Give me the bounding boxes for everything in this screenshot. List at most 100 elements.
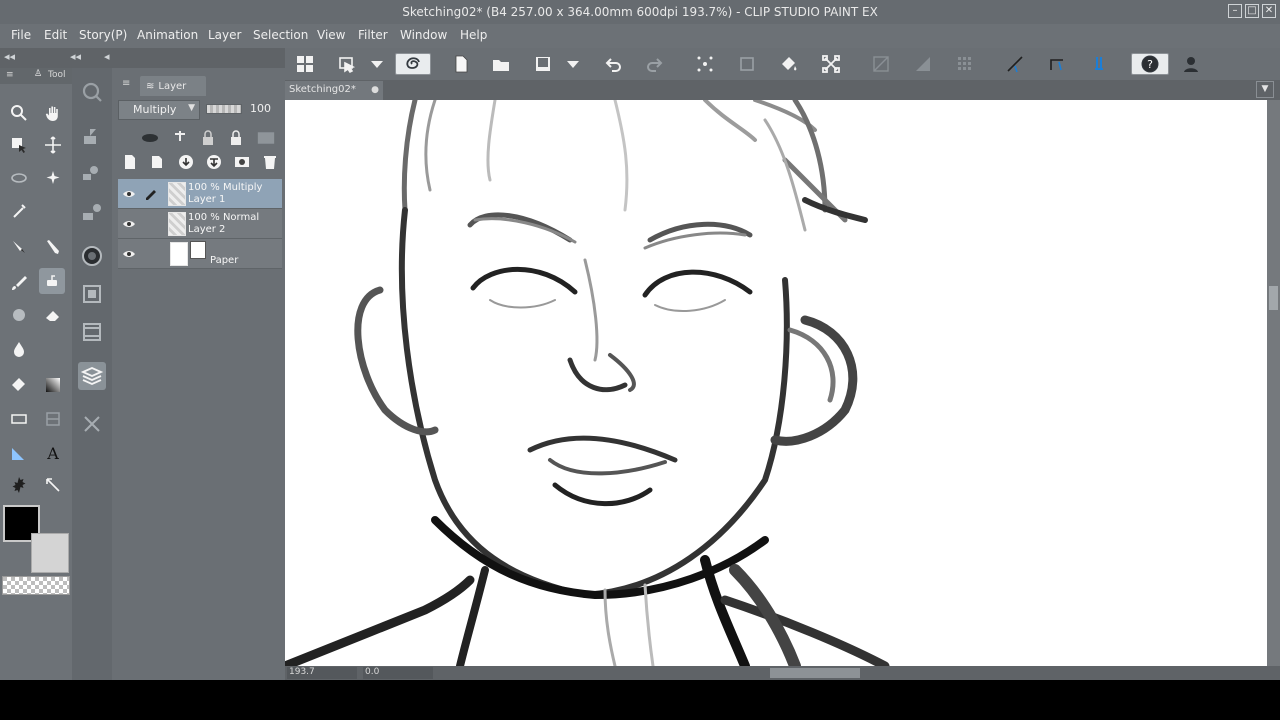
eye-icon[interactable] <box>122 217 136 231</box>
clip-studio-icon[interactable] <box>395 53 431 75</box>
merge-down-icon[interactable] <box>204 152 224 172</box>
opacity-slider[interactable] <box>206 104 242 114</box>
eye-icon[interactable] <box>122 247 136 261</box>
fill-icon[interactable] <box>777 53 801 75</box>
clear-outside-icon[interactable] <box>869 53 893 75</box>
eye-icon[interactable] <box>122 187 136 201</box>
drawing-canvas[interactable] <box>285 100 1267 666</box>
tone-icon[interactable] <box>953 53 977 75</box>
gradient-tool-icon[interactable] <box>40 372 66 398</box>
layer-tab[interactable]: ≋ Layer <box>140 76 206 96</box>
close-icon[interactable]: ● <box>371 85 379 95</box>
menu-animation[interactable]: Animation <box>137 28 198 42</box>
grid-icon[interactable] <box>293 53 317 75</box>
trash-icon[interactable] <box>260 152 280 172</box>
layer-row[interactable]: Paper <box>118 239 282 269</box>
transform-box-icon[interactable] <box>735 53 759 75</box>
minimize-button[interactable]: – <box>1228 4 1242 18</box>
open-folder-icon[interactable] <box>489 53 513 75</box>
sub-tool-icon[interactable] <box>78 122 106 150</box>
frame-tool-icon[interactable] <box>40 406 66 432</box>
menu-selection[interactable]: Selection <box>253 28 308 42</box>
brush-tool-icon[interactable] <box>6 270 32 296</box>
brush-size-icon[interactable] <box>78 198 106 226</box>
layer-panel-icon[interactable] <box>78 362 106 390</box>
collapse-icon[interactable]: ◂ <box>104 50 110 63</box>
transfer-down-icon[interactable] <box>176 152 196 172</box>
document-tab[interactable]: Sketching02* ● <box>285 81 383 100</box>
menu-view[interactable]: View <box>317 28 345 42</box>
tab-list-button[interactable]: ▼ <box>1256 81 1274 98</box>
vertical-scrollbar[interactable] <box>1267 100 1280 666</box>
vertical-scroll-thumb[interactable] <box>1269 286 1278 310</box>
menu-file[interactable]: File <box>11 28 31 42</box>
dropdown-arrow-icon[interactable] <box>561 53 585 75</box>
operation-tool-icon[interactable] <box>6 132 32 158</box>
text-tool-icon[interactable]: A <box>40 440 66 466</box>
user-icon[interactable] <box>1179 53 1203 75</box>
rotation-angle-field[interactable]: 0.0 <box>363 667 433 679</box>
snap-ruler-icon[interactable] <box>1003 53 1027 75</box>
menu-story[interactable]: Story(P) <box>79 28 127 42</box>
save-icon[interactable] <box>531 53 555 75</box>
material-icon[interactable] <box>78 318 106 346</box>
menu-edit[interactable]: Edit <box>44 28 67 42</box>
pencil-tool-icon[interactable] <box>40 234 66 260</box>
sub-color-swatch[interactable] <box>31 533 69 573</box>
correct-line-tool-icon[interactable] <box>40 472 66 498</box>
menu-window[interactable]: Window <box>400 28 447 42</box>
color-wheel-icon[interactable] <box>78 242 106 270</box>
zoom-tool-icon[interactable] <box>6 100 32 126</box>
snap-special-ruler-icon[interactable] <box>1045 53 1069 75</box>
blend-tool-icon[interactable] <box>6 302 32 328</box>
menu-help[interactable]: Help <box>460 28 487 42</box>
menu-icon[interactable]: ≡ <box>122 78 130 89</box>
layer-row[interactable]: 100 % Multiply Layer 1 <box>118 179 282 209</box>
help-icon[interactable]: ? <box>1131 53 1169 75</box>
figure-tool-icon[interactable] <box>6 406 32 432</box>
eraser-tool-icon[interactable] <box>40 302 66 328</box>
zoom-field[interactable]: 193.7 <box>287 667 357 679</box>
new-raster-layer-icon[interactable] <box>120 152 140 172</box>
menu-filter[interactable]: Filter <box>358 28 388 42</box>
pen-icon[interactable] <box>144 186 158 200</box>
fill-tool-icon[interactable] <box>6 372 32 398</box>
menu-layer[interactable]: Layer <box>208 28 241 42</box>
blend-mode-select[interactable]: Multiply ▼ <box>118 100 200 120</box>
tool-property-icon[interactable] <box>78 158 106 186</box>
clip-layer-icon[interactable] <box>140 128 160 148</box>
layer-property-icon[interactable] <box>78 410 106 438</box>
collapse-icon[interactable]: ◂◂ <box>70 50 81 63</box>
ruler-tool-icon[interactable] <box>6 440 32 466</box>
opacity-value[interactable]: 100 <box>250 102 271 115</box>
lock-icon[interactable] <box>198 128 218 148</box>
navigator-icon[interactable] <box>78 78 106 106</box>
mask-icon[interactable] <box>254 128 278 148</box>
reference-layer-icon[interactable] <box>170 128 190 148</box>
clear-icon[interactable] <box>911 53 935 75</box>
undo-icon[interactable] <box>601 53 625 75</box>
collapse-left-icon[interactable]: ◂◂ <box>4 50 15 63</box>
hand-tool-icon[interactable] <box>40 100 66 126</box>
new-layer-folder-icon[interactable] <box>148 152 168 172</box>
snap-grid-icon[interactable] <box>1087 53 1111 75</box>
color-set-icon[interactable] <box>78 280 106 308</box>
lock-transparency-icon[interactable] <box>226 128 246 148</box>
transform-icon[interactable] <box>819 53 843 75</box>
layer-row[interactable]: 100 % Normal Layer 2 <box>118 209 282 239</box>
eyedropper-tool-icon[interactable] <box>6 198 32 224</box>
menu-icon[interactable]: ≡ <box>6 70 14 80</box>
app-switch-icon[interactable] <box>335 53 359 75</box>
maximize-button[interactable]: □ <box>1245 4 1259 18</box>
dropdown-arrow-icon[interactable] <box>365 53 389 75</box>
transparent-color-swatch[interactable] <box>2 576 70 595</box>
new-file-icon[interactable] <box>449 53 473 75</box>
liquify-tool-icon[interactable] <box>6 336 32 362</box>
airbrush-tool-icon[interactable] <box>39 268 65 294</box>
redo-icon[interactable] <box>643 53 667 75</box>
close-button[interactable]: ✕ <box>1262 4 1276 18</box>
lasso-tool-icon[interactable] <box>6 166 32 192</box>
snap-point-icon[interactable] <box>693 53 717 75</box>
horizontal-scroll-thumb[interactable] <box>770 668 860 678</box>
auto-select-tool-icon[interactable] <box>40 166 66 192</box>
